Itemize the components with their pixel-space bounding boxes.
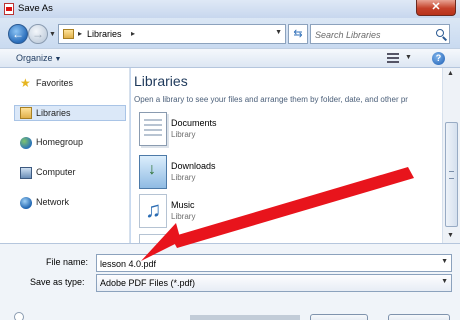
save-online-link[interactable] [190, 315, 300, 320]
library-item-documents[interactable]: Documents Library [139, 112, 339, 152]
scroll-up-icon[interactable]: ▲ [447, 70, 454, 77]
address-row: ← → ▼ ▸ Libraries ▸ ▼ ⇆ [0, 18, 460, 48]
computer-icon [20, 167, 32, 179]
library-type: Library [171, 212, 196, 221]
library-name: Music [171, 200, 195, 210]
file-name-field[interactable]: ▼ [96, 254, 452, 272]
network-icon [20, 197, 32, 209]
save-as-type-value: Adobe PDF Files (*.pdf) [100, 278, 196, 288]
breadcrumb-chevron-icon[interactable]: ▸ [131, 29, 135, 38]
cancel-button[interactable] [388, 314, 450, 320]
libraries-folder-icon [63, 29, 74, 39]
sidebar-item-homegroup[interactable]: Homegroup [20, 137, 83, 151]
vertical-scrollbar[interactable]: ▲ ▼ [442, 68, 460, 243]
pdf-app-icon [4, 3, 14, 15]
title-bar: Save As ✕ [0, 0, 460, 18]
organize-label: Organize [16, 53, 53, 63]
toolbar: Organize ▼ ▼ ? [0, 48, 460, 68]
refresh-button[interactable]: ⇆ [288, 24, 308, 44]
hide-folders-radio[interactable] [14, 312, 24, 320]
sidebar-item-favorites[interactable]: ★ Favorites [20, 76, 74, 92]
save-as-type-label: Save as type: [30, 277, 85, 287]
back-button[interactable]: ← [8, 24, 28, 44]
sidebar-item-label: Network [36, 197, 70, 207]
library-item-downloads[interactable]: Downloads Library [139, 155, 339, 195]
sidebar-item-label: Computer [36, 167, 76, 177]
search-input[interactable] [315, 28, 431, 41]
downloads-library-icon [139, 155, 167, 189]
views-icon[interactable] [387, 53, 405, 64]
close-button[interactable]: ✕ [416, 0, 456, 16]
history-dropdown-icon[interactable]: ▼ [49, 31, 56, 38]
sidebar-item-label: Homegroup [36, 137, 84, 147]
views-dropdown-icon[interactable]: ▼ [405, 54, 412, 61]
breadcrumb-chevron-icon[interactable]: ▸ [78, 29, 82, 38]
file-name-label: File name: [46, 257, 89, 267]
save-button[interactable] [310, 314, 368, 320]
star-icon: ★ [20, 76, 31, 90]
library-type: Library [171, 130, 196, 139]
breadcrumb-libraries[interactable]: Libraries [87, 29, 122, 39]
window-title: Save As [18, 3, 53, 14]
music-library-icon [139, 194, 167, 228]
save-form: File name: ▼ Save as type: Adobe PDF Fil… [0, 243, 460, 320]
library-name: Documents [171, 118, 217, 128]
library-item-partial[interactable] [139, 234, 339, 243]
library-item-music[interactable]: Music Library [139, 194, 339, 234]
grip-icon [449, 171, 454, 179]
homegroup-icon [20, 137, 32, 149]
file-name-dropdown-icon[interactable]: ▼ [441, 258, 448, 265]
save-as-type-select[interactable]: Adobe PDF Files (*.pdf) ▼ [96, 274, 452, 292]
library-name: Downloads [171, 161, 216, 171]
help-button[interactable]: ? [432, 52, 445, 65]
page-subtitle: Open a library to see your files and arr… [134, 95, 408, 104]
library-icon [139, 234, 167, 243]
address-bar[interactable]: ▸ Libraries ▸ ▼ [58, 24, 286, 44]
scroll-down-icon[interactable]: ▼ [447, 232, 454, 239]
search-box[interactable] [310, 24, 450, 44]
chevron-down-icon: ▼ [54, 56, 62, 63]
sidebar-item-network[interactable]: Network [20, 197, 69, 211]
libraries-icon [20, 107, 32, 119]
documents-library-icon [139, 112, 167, 146]
file-list-pane: Libraries Open a library to see your fil… [131, 68, 442, 243]
sidebar-item-label: Favorites [36, 78, 74, 88]
address-dropdown-icon[interactable]: ▼ [275, 29, 282, 36]
navigation-pane: ★ Favorites Libraries Homegroup Computer… [0, 68, 130, 243]
page-title: Libraries [134, 73, 188, 89]
chevron-down-icon[interactable]: ▼ [441, 278, 448, 285]
forward-button[interactable]: → [28, 24, 48, 44]
library-type: Library [171, 173, 196, 182]
search-icon[interactable] [436, 29, 444, 37]
scrollbar-thumb[interactable] [445, 122, 458, 227]
sidebar-item-computer[interactable]: Computer [20, 167, 76, 181]
sidebar-item-label: Libraries [36, 108, 71, 118]
sidebar-item-libraries[interactable]: Libraries [14, 105, 126, 121]
file-name-input[interactable] [100, 257, 430, 270]
organize-menu[interactable]: Organize ▼ [16, 53, 61, 63]
